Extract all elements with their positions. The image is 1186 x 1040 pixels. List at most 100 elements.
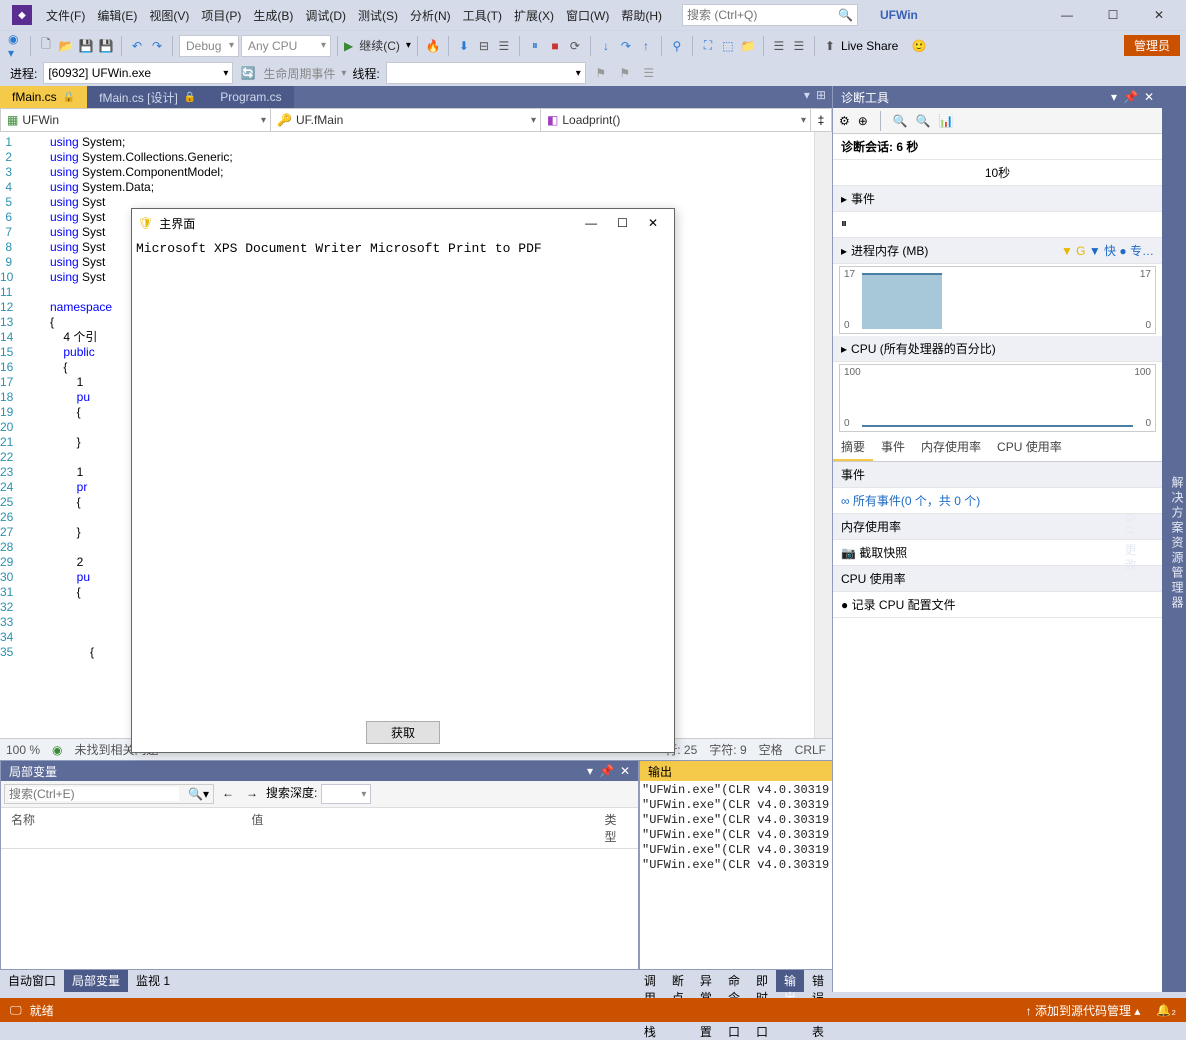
maximize-button[interactable]: ☐ bbox=[1090, 0, 1136, 30]
open-icon[interactable]: 📂 bbox=[57, 37, 75, 55]
vertical-tabs[interactable]: 解决方案资源管理器 Git 更改 bbox=[1162, 86, 1186, 992]
diag-tab[interactable]: 事件 bbox=[873, 434, 913, 461]
events-header[interactable]: ▸ 事件 bbox=[833, 186, 1162, 212]
nav-member[interactable]: ◧Loadprint() bbox=[541, 109, 811, 131]
close-icon[interactable]: ✕ bbox=[620, 764, 630, 778]
editor-tab[interactable]: fMain.cs 🔒 bbox=[0, 86, 87, 108]
liveshare-icon[interactable]: ⬆ bbox=[821, 37, 839, 55]
git-changes-tab[interactable]: Git 更改 bbox=[1122, 513, 1139, 574]
cpu-chart[interactable]: 100 100 0 0 bbox=[839, 364, 1156, 432]
stop-icon[interactable]: ■ bbox=[546, 37, 564, 55]
snapshot-link[interactable]: 📷 截取快照 bbox=[833, 540, 1162, 566]
process-combo[interactable]: [60932] UFWin.exe▾ bbox=[43, 62, 233, 84]
liveshare-button[interactable]: Live Share bbox=[841, 39, 898, 53]
bottom-tab[interactable]: 异常设置 bbox=[692, 970, 720, 992]
dropdown-icon[interactable]: ▾ bbox=[587, 764, 593, 778]
menu-item[interactable]: 扩展(X) bbox=[508, 3, 560, 28]
menu-item[interactable]: 调试(D) bbox=[299, 3, 352, 28]
bottom-tab[interactable]: 输出 bbox=[776, 970, 804, 992]
lifecycle-icon[interactable]: 🔄 bbox=[239, 64, 257, 82]
editor-tab[interactable]: Program.cs bbox=[208, 86, 293, 108]
thread-combo[interactable]: ▾ bbox=[386, 62, 586, 84]
step-icon1[interactable]: ⬇ bbox=[455, 37, 473, 55]
bottom-tab[interactable]: 局部变量 bbox=[64, 970, 128, 992]
menu-item[interactable]: 生成(B) bbox=[247, 3, 299, 28]
depth-combo[interactable] bbox=[321, 784, 371, 804]
new-icon[interactable]: 🗋 bbox=[37, 37, 55, 55]
dropdown-icon[interactable]: ▾ bbox=[1111, 90, 1117, 104]
arrow-right-icon[interactable]: → bbox=[242, 784, 262, 804]
restart-icon[interactable]: ⟳ bbox=[566, 37, 584, 55]
menu-item[interactable]: 帮助(H) bbox=[615, 3, 668, 28]
nav-split-icon[interactable]: ‡ bbox=[811, 109, 831, 131]
solution-explorer-tab[interactable]: 解决方案资源管理器 bbox=[1169, 476, 1186, 611]
diag-tab[interactable]: CPU 使用率 bbox=[989, 434, 1070, 461]
platform-combo[interactable]: Any CPU bbox=[241, 35, 331, 57]
nav-project[interactable]: ▦UFWin bbox=[1, 109, 271, 131]
tab-dropdown-icon[interactable]: ▾ bbox=[804, 88, 810, 106]
editor-tab[interactable]: fMain.cs [设计] 🔒 bbox=[87, 86, 208, 108]
menu-item[interactable]: 视图(V) bbox=[143, 3, 195, 28]
t8[interactable]: 📁 bbox=[739, 37, 757, 55]
save-icon[interactable]: 💾 bbox=[77, 37, 95, 55]
feedback-icon[interactable]: 🙂 bbox=[910, 37, 928, 55]
t6[interactable]: ⛶ bbox=[699, 37, 717, 55]
fetch-button[interactable]: 获取 bbox=[366, 721, 440, 744]
diag-tab[interactable]: 摘要 bbox=[833, 434, 873, 461]
t10[interactable]: ☰ bbox=[790, 37, 808, 55]
bottom-tab[interactable]: 调用堆栈 bbox=[636, 970, 664, 992]
t7[interactable]: ⬚ bbox=[719, 37, 737, 55]
stepover-icon[interactable]: ↷ bbox=[617, 37, 635, 55]
undo-icon[interactable]: ↶ bbox=[128, 37, 146, 55]
memory-header[interactable]: ▸ 进程内存 (MB)▼ G ▼ 快 ● 专… bbox=[833, 238, 1162, 264]
gear-icon[interactable]: ⚙ bbox=[839, 114, 850, 128]
menu-item[interactable]: 编辑(E) bbox=[91, 3, 143, 28]
minimize-button[interactable]: — bbox=[1044, 0, 1090, 30]
menu-item[interactable]: 文件(F) bbox=[40, 3, 91, 28]
stepout-icon[interactable]: ↑ bbox=[637, 37, 655, 55]
menu-item[interactable]: 分析(N) bbox=[404, 3, 457, 28]
continue-icon[interactable]: ▶ bbox=[344, 39, 353, 53]
popup-titlebar[interactable]: 🛡 主界面 — ☐ ✕ bbox=[132, 209, 674, 237]
flag1-icon[interactable]: ⚑ bbox=[592, 64, 610, 82]
pause-icon[interactable]: ⏸ bbox=[526, 37, 544, 55]
step-icon3[interactable]: ☰ bbox=[495, 37, 513, 55]
bottom-tab[interactable]: 错误列表 bbox=[804, 970, 832, 992]
cpu-header[interactable]: ▸ CPU (所有处理器的百分比) bbox=[833, 336, 1162, 362]
nav-class[interactable]: 🔑UF.fMain bbox=[271, 109, 541, 131]
saveall-icon[interactable]: 💾 bbox=[97, 37, 115, 55]
admin-badge[interactable]: 管理员 bbox=[1124, 35, 1180, 56]
flag2-icon[interactable]: ⚑ bbox=[616, 64, 634, 82]
back-icon[interactable]: ◉ ▾ bbox=[6, 37, 24, 55]
search-box[interactable]: 🔍 bbox=[682, 4, 858, 26]
zoom-icon[interactable]: ⊕ bbox=[858, 114, 868, 128]
continue-button[interactable]: 继续(C) bbox=[355, 37, 404, 54]
t5[interactable]: ⚲ bbox=[668, 37, 686, 55]
menu-item[interactable]: 测试(S) bbox=[352, 3, 404, 28]
search-input[interactable] bbox=[687, 8, 827, 22]
locals-search[interactable]: 🔍▾ bbox=[4, 784, 214, 804]
menu-item[interactable]: 项目(P) bbox=[195, 3, 247, 28]
zoomout-icon[interactable]: 🔍 bbox=[916, 114, 931, 128]
menu-item[interactable]: 窗口(W) bbox=[560, 3, 615, 28]
bottom-tab[interactable]: 命令窗口 bbox=[720, 970, 748, 992]
zoomin-icon[interactable]: 🔍 bbox=[893, 114, 908, 128]
step-icon2[interactable]: ⊟ bbox=[475, 37, 493, 55]
stepinto-icon[interactable]: ↓ bbox=[597, 37, 615, 55]
memory-chart[interactable]: 17 17 0 0 bbox=[839, 266, 1156, 334]
bottom-tab[interactable]: 断点 bbox=[664, 970, 692, 992]
popup-body[interactable]: Microsoft XPS Document Writer Microsoft … bbox=[132, 237, 674, 712]
cpu-profile-link[interactable]: ● 记录 CPU 配置文件 bbox=[833, 592, 1162, 618]
vscrollbar[interactable] bbox=[814, 132, 832, 738]
bottom-tab[interactable]: 即时窗口 bbox=[748, 970, 776, 992]
popup-minimize-button[interactable]: — bbox=[585, 216, 597, 230]
menu-item[interactable]: 工具(T) bbox=[457, 3, 508, 28]
locals-body[interactable] bbox=[1, 849, 638, 969]
diag-tab[interactable]: 内存使用率 bbox=[913, 434, 989, 461]
t9[interactable]: ☰ bbox=[770, 37, 788, 55]
hot-reload-icon[interactable]: 🔥 bbox=[424, 37, 442, 55]
arrow-left-icon[interactable]: ← bbox=[218, 784, 238, 804]
stack-icon[interactable]: ☰ bbox=[640, 64, 658, 82]
bottom-tab[interactable]: 监视 1 bbox=[128, 970, 178, 992]
tab-overflow-icon[interactable]: ⊞ bbox=[816, 88, 826, 106]
